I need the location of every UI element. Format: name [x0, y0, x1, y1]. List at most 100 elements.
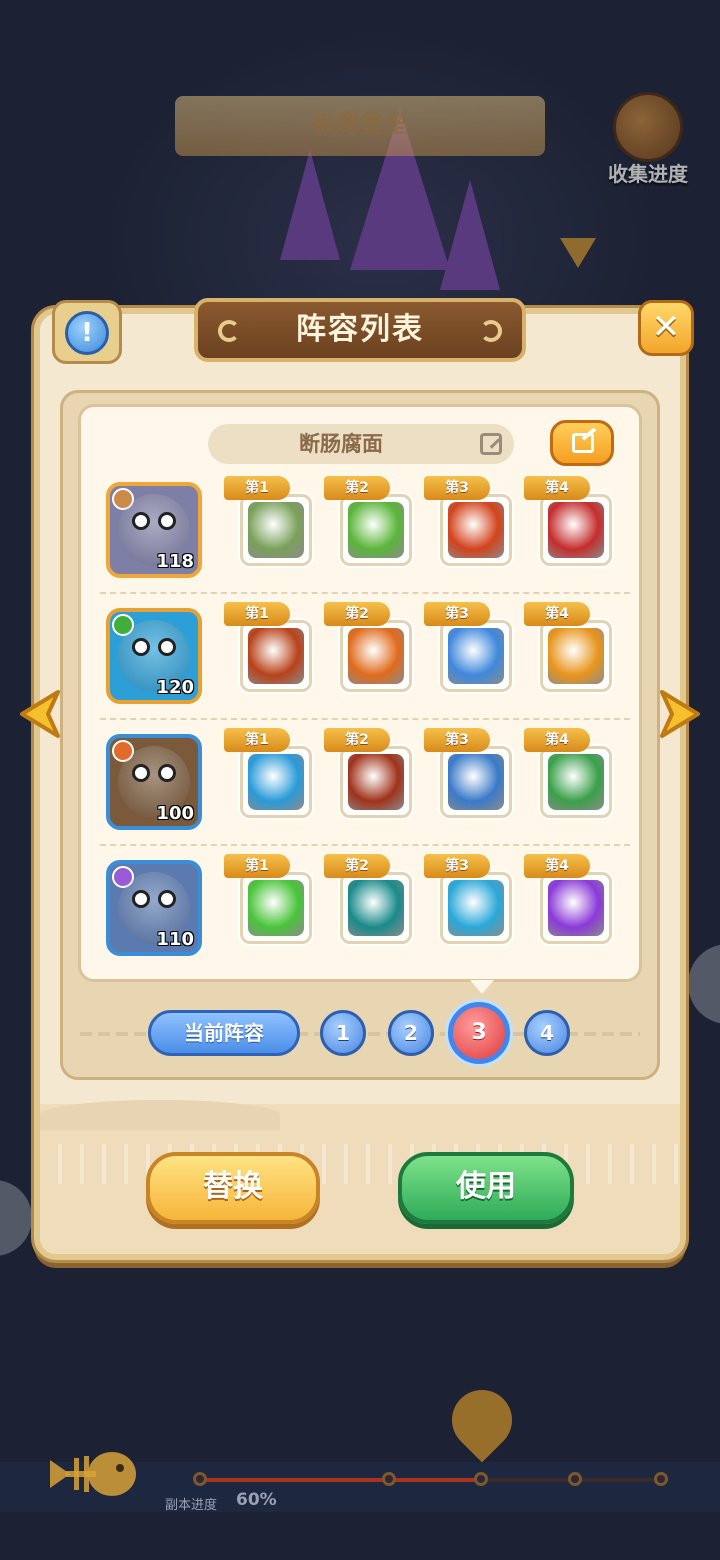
skill-slot[interactable]: 第2	[324, 476, 414, 568]
hero-eye	[158, 638, 176, 656]
gold-shield-icon	[348, 502, 404, 558]
progress-node	[654, 1472, 668, 1486]
footer-silhouettes	[40, 1086, 680, 1130]
hero-portrait[interactable]: 110	[106, 860, 202, 956]
hero-eye	[132, 890, 150, 908]
dialog-title-banner: 阵容列表	[194, 298, 526, 362]
skill-slot[interactable]: 第1	[224, 476, 314, 568]
hero-portrait[interactable]: 100	[106, 734, 202, 830]
skill-frame	[540, 746, 612, 818]
progress-value: 60%	[236, 1490, 277, 1510]
next-arrow-button[interactable]	[656, 686, 706, 742]
skill-slot[interactable]: 第3	[424, 854, 514, 946]
lineup-slot-1[interactable]: 1	[320, 1010, 366, 1056]
skill-order-tag: 第3	[424, 602, 490, 626]
hero-eye	[158, 512, 176, 530]
close-button[interactable]: ✕	[638, 300, 694, 356]
skill-frame	[440, 494, 512, 566]
skill-slot[interactable]: 第1	[224, 602, 314, 694]
hero-portrait[interactable]: 120	[106, 608, 202, 704]
info-button[interactable]: !	[52, 300, 122, 364]
hero-portrait[interactable]: 118	[106, 482, 202, 578]
map-marker-icon	[560, 238, 596, 268]
location-pin-icon	[439, 1377, 525, 1463]
skill-order-tag: 第4	[524, 854, 590, 878]
dialog-title: 阵容列表	[296, 312, 424, 347]
chevron-left-icon	[20, 690, 60, 738]
hero-level: 110	[156, 929, 194, 950]
skill-slot[interactable]: 第4	[524, 854, 614, 946]
green-burst-icon	[248, 880, 304, 936]
current-lineup-button[interactable]: 当前阵容	[148, 1010, 300, 1056]
edit-icon[interactable]	[480, 433, 502, 455]
skill-frame	[340, 872, 412, 944]
hero-level: 118	[156, 551, 194, 572]
skill-slot[interactable]: 第3	[424, 602, 514, 694]
close-icon: ✕	[651, 307, 681, 347]
lineup-name-field[interactable]: 断肠腐面	[208, 424, 514, 464]
skill-slot[interactable]: 第2	[324, 728, 414, 820]
skill-order-tag: 第4	[524, 476, 590, 500]
spiked-mace-icon	[248, 502, 304, 558]
row-divider	[100, 844, 630, 846]
skill-slot[interactable]: 第3	[424, 476, 514, 568]
skill-order-tag: 第1	[224, 854, 290, 878]
skill-slot[interactable]: 第2	[324, 854, 414, 946]
replace-button[interactable]: 替换	[146, 1152, 320, 1224]
lineup-slot-2[interactable]: 2	[388, 1010, 434, 1056]
lineup-selector: 当前阵容 1 2 3 4	[80, 1002, 640, 1064]
skill-order-tag: 第3	[424, 476, 490, 500]
swirl-ornament-icon	[480, 320, 502, 342]
purple-rune-icon	[548, 880, 604, 936]
dark-orb-icon	[348, 754, 404, 810]
skill-slot[interactable]: 第4	[524, 602, 614, 694]
green-crystal-icon	[248, 754, 304, 810]
hero-level: 100	[156, 803, 194, 824]
previous-arrow-button[interactable]	[14, 686, 64, 742]
progress-node	[193, 1472, 207, 1486]
progress-node	[474, 1472, 488, 1486]
skill-frame	[440, 872, 512, 944]
dungeon-progress-bar	[200, 1478, 660, 1482]
skill-frame	[240, 872, 312, 944]
skill-order-tag: 第1	[224, 728, 290, 752]
skill-frame	[240, 746, 312, 818]
skill-slot[interactable]: 第4	[524, 728, 614, 820]
progress-node	[382, 1472, 396, 1486]
skill-slot[interactable]: 第2	[324, 602, 414, 694]
flower-bud-icon	[548, 754, 604, 810]
fishbone-icon	[50, 1452, 136, 1496]
skill-frame	[240, 620, 312, 692]
collect-progress-button[interactable]: 收集进度	[598, 92, 698, 187]
skill-frame	[540, 872, 612, 944]
use-button[interactable]: 使用	[398, 1152, 574, 1224]
skill-order-tag: 第1	[224, 476, 290, 500]
skill-order-tag: 第4	[524, 728, 590, 752]
progress-label: 副本进度	[165, 1498, 218, 1513]
ghost-splash-icon	[448, 628, 504, 684]
card-pointer	[470, 980, 494, 994]
skill-frame	[440, 746, 512, 818]
skill-order-tag: 第1	[224, 602, 290, 626]
skill-slot[interactable]: 第4	[524, 476, 614, 568]
collect-progress-label: 收集进度	[608, 162, 688, 186]
stone-golem-icon	[448, 754, 504, 810]
skill-order-tag: 第4	[524, 602, 590, 626]
skill-frame	[340, 494, 412, 566]
eye-orb-icon	[248, 628, 304, 684]
hero-eye	[158, 764, 176, 782]
skill-slot[interactable]: 第1	[224, 854, 314, 946]
dragon-fire-icon	[548, 628, 604, 684]
lineup-slot-3[interactable]: 3	[448, 1002, 510, 1064]
ice-trident-icon	[448, 880, 504, 936]
dungeon-progress-fill	[200, 1478, 476, 1482]
stage-title: 极寒堡垒	[312, 110, 408, 138]
skill-slot[interactable]: 第1	[224, 728, 314, 820]
share-button[interactable]	[550, 420, 614, 466]
skill-slot[interactable]: 第3	[424, 728, 514, 820]
hero-eye	[132, 638, 150, 656]
axe-icon	[548, 502, 604, 558]
lineup-row: 110 第1 第2 第3 第4	[96, 854, 632, 976]
skill-order-tag: 第2	[324, 602, 390, 626]
lineup-slot-4[interactable]: 4	[524, 1010, 570, 1056]
